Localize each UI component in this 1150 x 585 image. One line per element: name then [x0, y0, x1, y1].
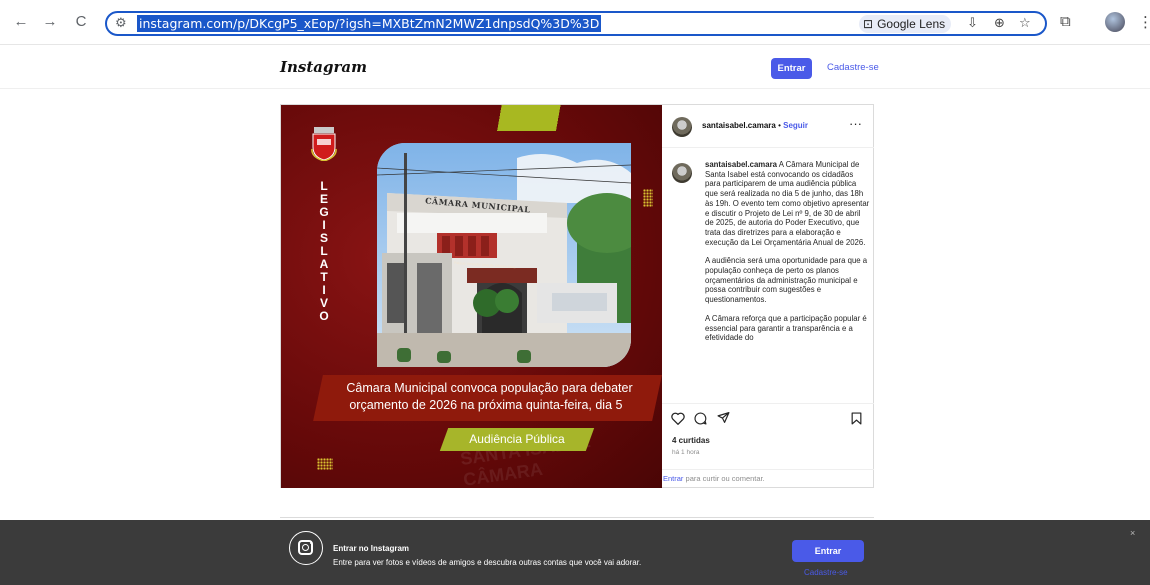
more-options-icon[interactable]: ··· — [849, 116, 862, 131]
image-tag: Audiência Pública — [439, 428, 595, 451]
google-lens-label: Google Lens — [877, 17, 946, 31]
post-header: santaisabel.camara • Seguir ··· — [662, 105, 874, 148]
vertical-word: LEGISLATIVO — [317, 180, 331, 323]
back-icon[interactable]: ← — [12, 13, 30, 31]
url-text[interactable]: instagram.com/p/DKcgP5_xEop/?igsh=MXBtZm… — [137, 15, 602, 32]
post-divider — [280, 517, 874, 518]
comment-prompt-text: para curtir ou comentar. — [683, 474, 765, 483]
avatar[interactable] — [672, 117, 692, 137]
caption-paragraph-3: A Câmara reforça que a participação popu… — [705, 313, 867, 343]
login-button[interactable]: Entrar — [771, 58, 812, 79]
building-photo — [377, 143, 631, 367]
post-timestamp[interactable]: há 1 hora — [672, 449, 699, 456]
banner-subtitle: Entre para ver fotos e vídeos de amigos … — [333, 558, 642, 567]
banner-signup-link[interactable]: Cadastre-se — [804, 568, 848, 577]
reload-icon[interactable]: C — [72, 13, 90, 31]
caption-username[interactable]: santaisabel.camara — [705, 160, 777, 169]
post-card: SANTA ISABEL CÂMARA LEGISLATIVO — [280, 104, 874, 488]
site-settings-icon[interactable]: ⚙ — [115, 15, 127, 31]
address-bar[interactable]: ⚙ instagram.com/p/DKcgP5_xEop/?igsh=MXBt… — [105, 11, 1047, 36]
comment-login-link[interactable]: Entrar — [663, 474, 683, 483]
banner-title: Entrar no Instagram — [333, 544, 410, 553]
decor-dots — [317, 458, 333, 470]
google-lens-icon: ⊡ — [863, 17, 874, 31]
install-app-icon[interactable]: ⇩ — [967, 15, 978, 31]
vertical-letter: O — [319, 309, 329, 323]
signup-link[interactable]: Cadastre-se — [827, 62, 879, 73]
instagram-icon — [289, 531, 323, 565]
banner-login-button[interactable]: Entrar — [792, 540, 864, 562]
post-actions — [662, 403, 874, 433]
caption-paragraph-1: A Câmara Municipal de Santa Isabel está … — [705, 160, 870, 247]
save-bookmark-icon[interactable] — [851, 412, 862, 425]
menu-kebab-icon[interactable]: ⋮ — [1138, 13, 1150, 31]
login-banner: × Entrar no Instagram Entre para ver fot… — [0, 520, 1150, 585]
share-send-icon[interactable] — [717, 411, 730, 424]
image-tag-label: Audiência Pública — [469, 432, 565, 446]
username-link[interactable]: santaisabel.camara — [702, 121, 776, 130]
zoom-icon[interactable]: ⊕ — [994, 15, 1005, 31]
caption-avatar[interactable] — [672, 163, 692, 183]
google-lens-button[interactable]: ⊡ Google Lens — [859, 15, 952, 33]
instagram-logo[interactable]: Instagram — [280, 58, 367, 76]
post-sidebar: santaisabel.camara • Seguir ··· santaisa… — [662, 105, 874, 488]
bookmark-star-icon[interactable]: ☆ — [1019, 15, 1031, 31]
forward-icon[interactable]: → — [41, 13, 59, 31]
separator-dot: • — [778, 121, 781, 130]
coat-of-arms-icon — [311, 127, 337, 161]
comment-prompt: Entrar para curtir ou comentar. — [662, 469, 874, 488]
follow-button[interactable]: Seguir — [783, 121, 808, 130]
extensions-icon[interactable]: ⧉ — [1060, 13, 1071, 30]
post-image[interactable]: SANTA ISABEL CÂMARA LEGISLATIVO — [281, 105, 662, 488]
like-count[interactable]: 4 curtidas — [672, 436, 710, 445]
profile-avatar[interactable] — [1105, 12, 1125, 32]
post-caption: santaisabel.camara A Câmara Municipal de… — [705, 160, 870, 400]
decor-dots — [643, 189, 653, 207]
close-icon[interactable]: × — [1130, 528, 1135, 538]
like-heart-icon[interactable] — [671, 412, 685, 425]
browser-toolbar: ← → C ⚙ instagram.com/p/DKcgP5_xEop/?igs… — [0, 0, 1150, 45]
headline-line-1: Câmara Municipal convoca população para … — [346, 381, 633, 395]
post-author: santaisabel.camara • Seguir — [702, 121, 808, 130]
decor-stripe — [431, 105, 662, 131]
comment-icon[interactable] — [694, 412, 707, 425]
header-divider — [0, 88, 1150, 89]
headline-line-2: orçamento de 2026 na próxima quinta-feir… — [349, 398, 623, 412]
image-headline: Câmara Municipal convoca população para … — [313, 375, 662, 421]
caption-paragraph-2: A audiência será uma oportunidade para q… — [705, 256, 868, 305]
